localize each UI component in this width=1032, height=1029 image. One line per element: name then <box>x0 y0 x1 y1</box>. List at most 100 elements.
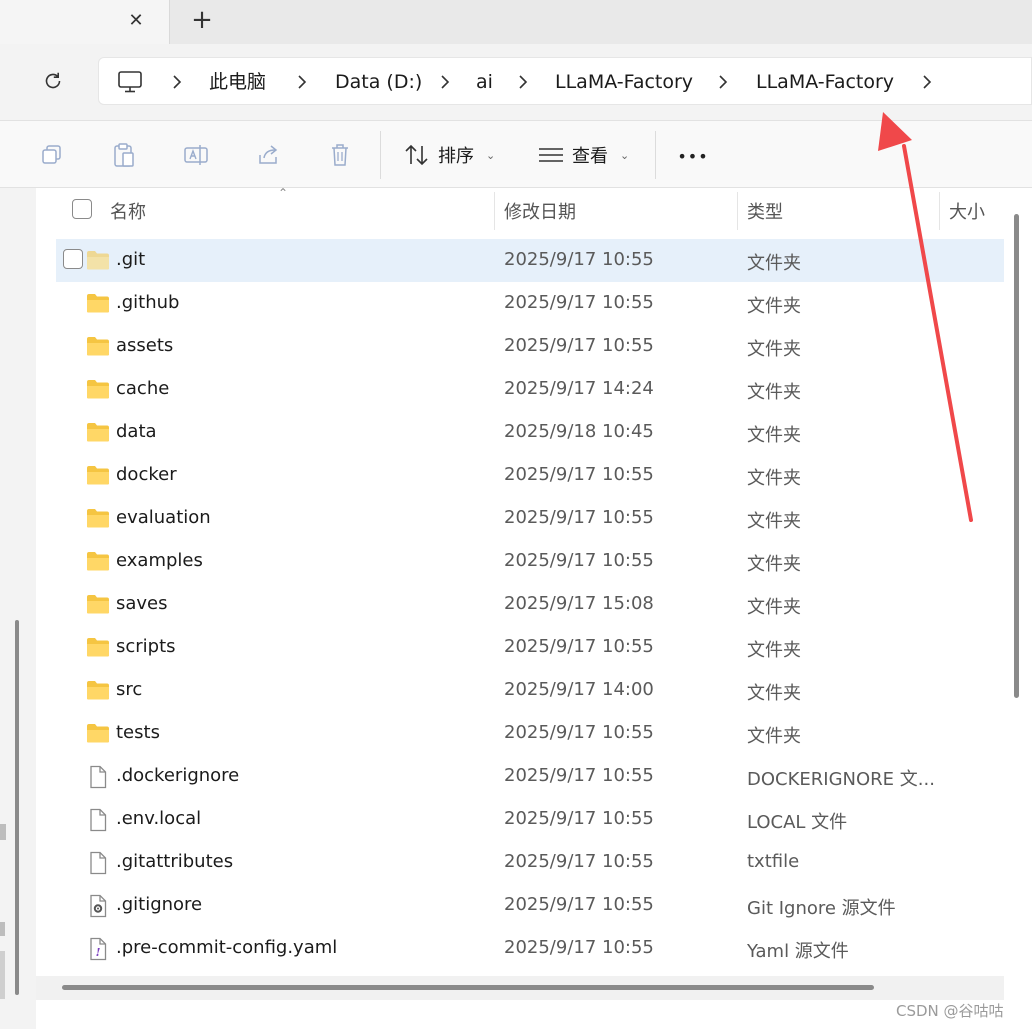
chevron-right-icon <box>719 75 728 89</box>
table-row[interactable]: .gitignore 2025/9/17 10:55 Git Ignore 源文件 <box>56 884 1004 927</box>
close-icon: ✕ <box>128 9 144 31</box>
file-type: 文件夹 <box>747 597 801 618</box>
plus-icon: + <box>191 5 213 35</box>
yaml-file-icon: ! <box>86 937 110 961</box>
column-header-row: 名称 ⌃ 修改日期 类型 大小 <box>36 186 1032 232</box>
file-type: Git Ignore 源文件 <box>747 898 896 919</box>
file-modified-date: 2025/9/17 10:55 <box>504 894 654 915</box>
table-row[interactable]: evaluation 2025/9/17 10:55 文件夹 <box>56 497 1004 540</box>
toolbar-divider <box>655 131 656 179</box>
rename-button[interactable] <box>181 140 211 170</box>
paste-button[interactable] <box>109 140 139 170</box>
nav-item-fragment <box>0 824 6 840</box>
view-button[interactable]: 查看 ⌄ <box>538 137 629 173</box>
table-row[interactable]: saves 2025/9/17 15:08 文件夹 <box>56 583 1004 626</box>
column-divider[interactable] <box>494 192 495 230</box>
file-modified-date: 2025/9/17 14:00 <box>504 679 654 700</box>
file-modified-date: 2025/9/17 10:55 <box>504 722 654 743</box>
file-list: 名称 ⌃ 修改日期 类型 大小 .git 2025/9/17 10:55 文件夹 .g… <box>36 186 1032 1000</box>
file-modified-date: 2025/9/17 10:55 <box>504 507 654 528</box>
file-name: cache <box>116 378 170 399</box>
column-divider[interactable] <box>939 192 940 230</box>
table-row[interactable]: assets 2025/9/17 10:55 文件夹 <box>56 325 1004 368</box>
file-type: 文件夹 <box>747 640 801 661</box>
table-row[interactable]: .env.local 2025/9/17 10:55 LOCAL 文件 <box>56 798 1004 841</box>
table-row[interactable]: cache 2025/9/17 14:24 文件夹 <box>56 368 1004 411</box>
folder-icon <box>86 249 110 271</box>
vertical-scrollbar[interactable] <box>1014 214 1019 698</box>
file-modified-date: 2025/9/17 10:55 <box>504 636 654 657</box>
sort-icon <box>405 144 428 166</box>
more-options-button[interactable]: ••• <box>676 141 710 171</box>
column-header-date[interactable]: 修改日期 <box>504 198 576 224</box>
gear-file-icon <box>86 894 110 918</box>
column-header-type[interactable]: 类型 <box>747 198 783 224</box>
tab-current[interactable]: ✕ <box>0 0 170 44</box>
file-type: 文件夹 <box>747 296 801 317</box>
column-divider[interactable] <box>737 192 738 230</box>
file-modified-date: 2025/9/17 10:55 <box>504 851 654 872</box>
close-tab-button[interactable]: ✕ <box>121 5 151 35</box>
folder-icon <box>86 550 110 572</box>
table-row[interactable]: docker 2025/9/17 10:55 文件夹 <box>56 454 1004 497</box>
more-icon: ••• <box>677 146 709 166</box>
delete-button[interactable] <box>325 140 355 170</box>
command-bar: 排序 ⌄ 查看 ⌄ ••• <box>0 120 1032 188</box>
breadcrumb-llama-factory-parent[interactable]: LLaMA-Factory <box>555 71 693 93</box>
horizontal-scrollbar[interactable] <box>62 985 874 990</box>
navigation-scrollbar[interactable] <box>15 620 19 995</box>
refresh-button[interactable] <box>36 64 70 98</box>
folder-icon <box>86 507 110 529</box>
file-type: 文件夹 <box>747 554 801 575</box>
table-row[interactable]: .dockerignore 2025/9/17 10:55 DOCKERIGNORE… <box>56 755 1004 798</box>
file-modified-date: 2025/9/17 14:24 <box>504 378 654 399</box>
share-button[interactable] <box>253 140 283 170</box>
table-row[interactable]: data 2025/9/18 10:45 文件夹 <box>56 411 1004 454</box>
sort-ascending-icon: ⌃ <box>278 186 289 200</box>
navigation-pane <box>0 188 36 1029</box>
folder-icon <box>86 636 110 658</box>
folder-icon <box>86 593 110 615</box>
address-bar[interactable]: 此电脑 Data (D:) ai LLaMA-Factory LLaMA-Fac… <box>98 57 1032 105</box>
file-modified-date: 2025/9/17 10:55 <box>504 249 654 270</box>
table-row[interactable]: examples 2025/9/17 10:55 文件夹 <box>56 540 1004 583</box>
table-row[interactable]: ! .pre-commit-config.yaml 2025/9/17 10:55 Y… <box>56 927 1004 970</box>
table-row[interactable]: src 2025/9/17 14:00 文件夹 <box>56 669 1004 712</box>
file-modified-date: 2025/9/17 10:55 <box>504 937 654 958</box>
watermark: CSDN @谷咕咕 <box>896 1002 1004 1020</box>
chevron-right-icon <box>298 75 307 89</box>
chevron-right-icon[interactable] <box>921 74 933 90</box>
table-row[interactable]: tests 2025/9/17 10:55 文件夹 <box>56 712 1004 755</box>
file-name: .github <box>116 292 180 313</box>
file-icon <box>86 765 110 789</box>
row-checkbox[interactable] <box>63 249 83 269</box>
file-name: assets <box>116 335 174 356</box>
breadcrumb-drive-d[interactable]: Data (D:) <box>335 71 422 93</box>
column-header-size[interactable]: 大小 <box>949 198 985 224</box>
select-all-checkbox[interactable] <box>72 199 92 219</box>
breadcrumb-this-pc[interactable]: 此电脑 <box>209 71 266 93</box>
view-list-icon <box>539 148 563 162</box>
file-name: data <box>116 421 157 442</box>
copy-button[interactable] <box>37 140 67 170</box>
breadcrumb-ai[interactable]: ai <box>476 71 493 93</box>
folder-icon <box>86 679 110 701</box>
table-row[interactable]: .git 2025/9/17 10:55 文件夹 <box>56 239 1004 282</box>
table-row[interactable]: .gitattributes 2025/9/17 10:55 txtfile <box>56 841 1004 884</box>
chevron-down-icon: ⌄ <box>620 148 630 162</box>
table-row[interactable]: scripts 2025/9/17 10:55 文件夹 <box>56 626 1004 669</box>
view-label: 查看 <box>572 146 608 167</box>
table-row[interactable]: .github 2025/9/17 10:55 文件夹 <box>56 282 1004 325</box>
trash-icon <box>332 144 348 166</box>
file-modified-date: 2025/9/18 10:45 <box>504 421 654 442</box>
file-name: .git <box>116 249 146 270</box>
new-tab-button[interactable]: + <box>187 5 217 35</box>
file-type: LOCAL 文件 <box>747 812 848 833</box>
file-name: evaluation <box>116 507 211 528</box>
sort-button[interactable]: 排序 ⌄ <box>404 137 495 173</box>
breadcrumb-llama-factory-current[interactable]: LLaMA-Factory <box>756 71 894 93</box>
file-name: src <box>116 679 143 700</box>
rename-icon <box>184 145 208 165</box>
file-type: 文件夹 <box>747 425 801 446</box>
column-header-name[interactable]: 名称 <box>110 198 146 224</box>
